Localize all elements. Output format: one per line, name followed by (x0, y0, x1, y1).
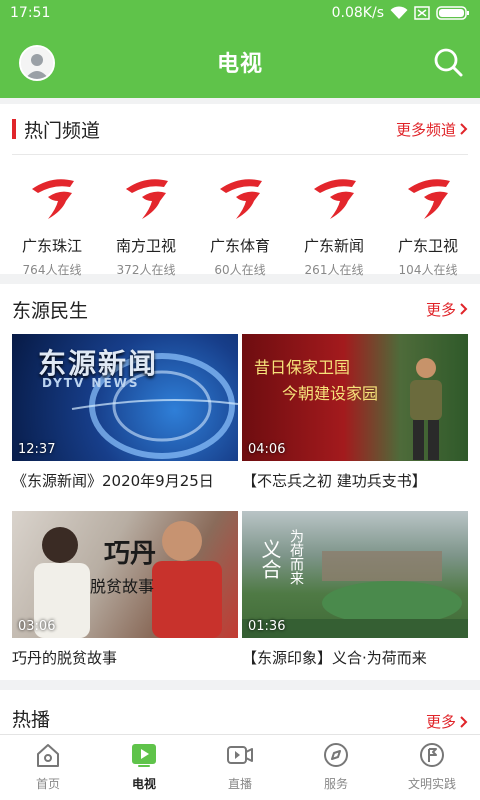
video-card[interactable]: 东源新闻 DYTV NEWS 12:37 《东源新闻》2020年9月25日 (12, 334, 238, 511)
channel-name: 南方卫视 (115, 237, 176, 255)
video-title: 巧丹的脱贫故事 (12, 649, 118, 667)
network-speed: 0.08K/s (331, 5, 384, 21)
battery-icon (436, 6, 469, 20)
hot-play-title: 热播 (12, 709, 51, 731)
more-channels-label: 更多频道 (395, 120, 456, 139)
thumb-sub-text: 脱贫故事 (90, 577, 155, 596)
page-title: 电视 (216, 52, 263, 77)
chevron-right-icon (460, 123, 468, 135)
thumb-title-text: 巧丹 (104, 539, 157, 569)
tab-home[interactable]: 首页 (0, 735, 96, 800)
hot-play-section: 热播 更多 (0, 690, 480, 734)
wifi-icon (390, 6, 408, 19)
thumb-title-text: 义合 (258, 539, 282, 579)
user-avatar[interactable] (19, 45, 55, 81)
flag-icon (420, 743, 444, 767)
channel-name: 广东体育 (209, 237, 270, 255)
video-card[interactable]: 巧丹 脱贫故事 03:06 巧丹的脱贫故事 (12, 511, 238, 688)
video-card[interactable]: 义合 为荷而来 01:36 【东源印象】义合·为荷而来 (242, 511, 468, 688)
compass-icon (324, 743, 348, 767)
hot-play-header: 热播 更多 (0, 690, 480, 734)
tab-label: 首页 (35, 777, 60, 791)
tab-label: 直播 (227, 777, 252, 791)
dongyuan-title: 东源民生 (12, 299, 89, 322)
bottom-tab-bar: 首页 电视 直播 服务 文明实践 (0, 734, 480, 800)
gdtv-logo-icon (314, 179, 356, 219)
thumb-sub-text: 为荷而来 (288, 529, 304, 585)
app-bar: 电视 (0, 26, 480, 98)
video-duration: 03:06 (18, 619, 56, 634)
channel-name: 广东珠江 (21, 237, 82, 255)
dongyuan-section: 东源民生 更多 东源新闻 DYTV NEWS 12:37 《东源新闻》2020年… (0, 284, 480, 680)
veteran-figure-graphic (410, 358, 442, 460)
hot-play-more-link[interactable]: 更多 (426, 711, 468, 732)
sim-icon (414, 6, 430, 20)
thumb-title-text: 昔日保家卫国 (254, 358, 351, 377)
hot-channels-header: 热门频道 更多频道 (0, 104, 480, 154)
tab-label: 电视 (131, 777, 156, 791)
more-channels-link[interactable]: 更多频道 (396, 119, 468, 140)
video-title: 【不忘兵之初 建功兵支书】 (242, 472, 427, 490)
avatar-person-icon (21, 47, 53, 79)
channel-item[interactable]: 南方卫视 372人在线 (100, 171, 192, 278)
channel-name: 广东卫视 (397, 237, 458, 255)
video-thumbnail[interactable]: 东源新闻 DYTV NEWS 12:37 (12, 334, 238, 461)
video-duration: 01:36 (248, 619, 286, 634)
tab-tv[interactable]: 电视 (96, 735, 192, 800)
status-time: 17:51 (10, 5, 51, 21)
video-title: 《东源新闻》2020年9月25日 (12, 472, 214, 490)
channel-viewers: 372人在线 (116, 263, 176, 277)
channel-item[interactable]: 广东体育 60人在线 (194, 171, 286, 278)
video-thumbnail[interactable]: 昔日保家卫国 今朝建设家园 04:06 (242, 334, 468, 461)
hot-channels-title: 热门频道 (24, 119, 101, 142)
channel-item[interactable]: 广东卫视 104人在线 (382, 171, 474, 278)
live-camera-icon (227, 746, 253, 764)
tab-label: 文明实践 (407, 777, 456, 791)
status-bar: 17:51 0.08K/s (0, 0, 480, 26)
thumb-sub-text: DYTV NEWS (42, 376, 140, 390)
home-icon (37, 744, 59, 767)
thumb-sub-text: 今朝建设家园 (282, 384, 379, 403)
hot-channels-section: 热门频道 更多频道 广东珠江 764人在线 南方卫视 372人在线 广东体育 6… (0, 104, 480, 277)
tab-civilization-practice[interactable]: 文明实践 (384, 735, 480, 800)
dongyuan-more-label: 更多 (425, 300, 456, 319)
section-accent-bar (12, 119, 16, 139)
channel-name: 广东新闻 (303, 237, 364, 255)
chevron-right-icon (460, 715, 468, 728)
video-thumbnail[interactable]: 巧丹 脱贫故事 03:06 (12, 511, 238, 638)
channel-viewers: 764人在线 (22, 263, 82, 277)
gdtv-logo-icon (220, 179, 262, 219)
tab-label: 服务 (323, 777, 348, 791)
video-card[interactable]: 昔日保家卫国 今朝建设家园 04:06 【不忘兵之初 建功兵支书】 (242, 334, 468, 511)
dongyuan-more-link[interactable]: 更多 (426, 299, 468, 320)
dongyuan-header: 东源民生 更多 (0, 284, 480, 334)
video-duration: 04:06 (248, 442, 286, 457)
channel-viewers: 60人在线 (214, 263, 266, 277)
tab-live[interactable]: 直播 (192, 735, 288, 800)
search-icon[interactable] (432, 46, 464, 78)
video-grid: 东源新闻 DYTV NEWS 12:37 《东源新闻》2020年9月25日 昔日… (0, 334, 480, 688)
video-title: 【东源印象】义合·为荷而来 (242, 649, 427, 667)
chevron-right-icon (460, 303, 468, 315)
hot-play-more-label: 更多 (425, 713, 456, 731)
video-duration: 12:37 (18, 442, 56, 457)
channel-item[interactable]: 广东珠江 764人在线 (6, 171, 98, 278)
channel-viewers: 261人在线 (304, 263, 364, 277)
channel-viewers: 104人在线 (398, 263, 458, 277)
gdtv-logo-icon (126, 179, 168, 219)
video-thumbnail[interactable]: 义合 为荷而来 01:36 (242, 511, 468, 638)
channel-item[interactable]: 广东新闻 261人在线 (288, 171, 380, 278)
channel-list: 广东珠江 764人在线 南方卫视 372人在线 广东体育 60人在线 广东新闻 … (0, 155, 480, 278)
tab-service[interactable]: 服务 (288, 735, 384, 800)
gdtv-logo-icon (32, 179, 74, 219)
gdtv-logo-icon (408, 179, 450, 219)
tv-icon (132, 744, 156, 767)
